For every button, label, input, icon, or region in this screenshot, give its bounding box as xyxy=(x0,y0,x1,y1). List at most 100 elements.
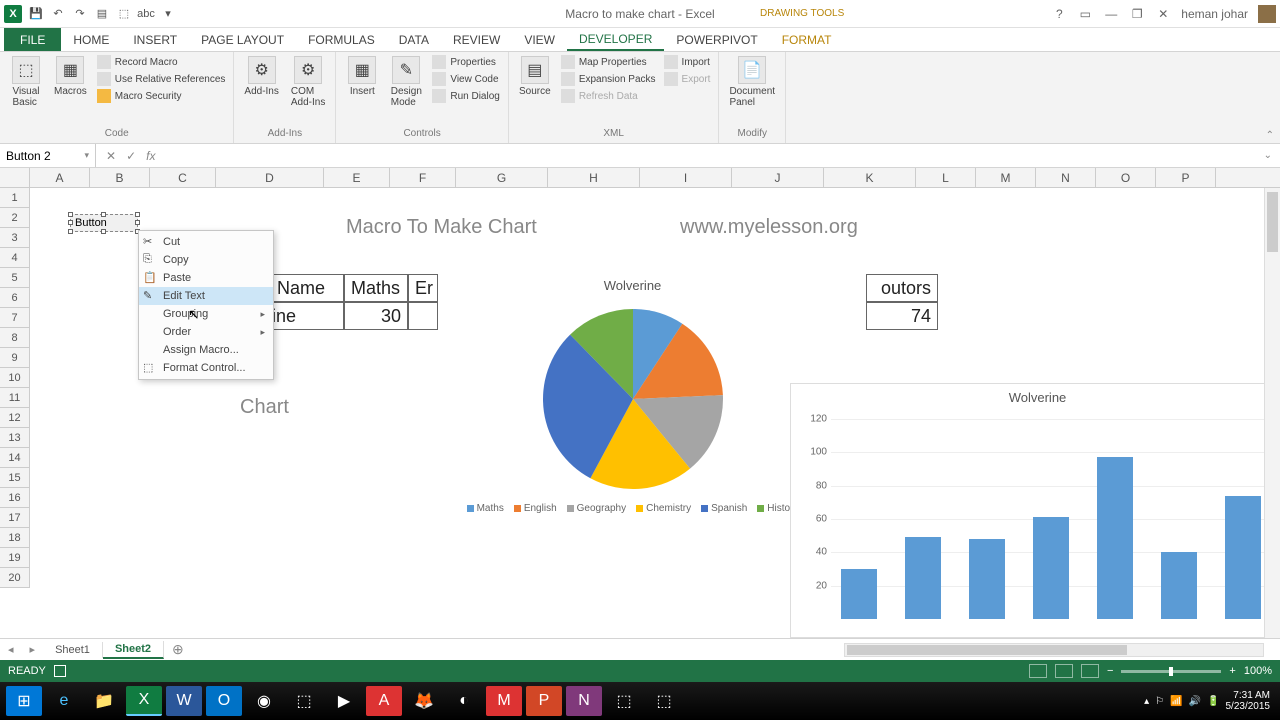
row-header-18[interactable]: 18 xyxy=(0,528,29,548)
tray-up-icon[interactable]: ▴ xyxy=(1144,696,1149,707)
ie-icon[interactable]: e xyxy=(46,686,82,716)
resize-handle[interactable] xyxy=(135,220,140,225)
horizontal-scrollbar[interactable] xyxy=(844,643,1264,657)
app-icon[interactable]: ⬚ xyxy=(606,686,642,716)
onenote-icon[interactable]: N xyxy=(566,686,602,716)
tab-review[interactable]: REVIEW xyxy=(441,28,512,51)
expansion-button[interactable]: Expansion Packs xyxy=(559,71,658,87)
tab-insert[interactable]: INSERT xyxy=(121,28,189,51)
vertical-scrollbar[interactable] xyxy=(1264,188,1280,638)
app-icon[interactable]: ▶ xyxy=(326,686,362,716)
col-header-B[interactable]: B xyxy=(90,168,150,187)
row-header-2[interactable]: 2 xyxy=(0,208,29,228)
row-header-9[interactable]: 9 xyxy=(0,348,29,368)
cancel-formula-icon[interactable]: ✕ xyxy=(106,149,116,163)
firefox-icon[interactable]: 🦊 xyxy=(406,686,442,716)
row-header-1[interactable]: 1 xyxy=(0,188,29,208)
minimize-icon[interactable]: — xyxy=(1103,6,1119,22)
ribbon-options-icon[interactable]: ▭ xyxy=(1077,6,1093,22)
col-header-N[interactable]: N xyxy=(1036,168,1096,187)
sheet-tab-2[interactable]: Sheet2 xyxy=(103,641,164,659)
excel-taskbar-icon[interactable]: X xyxy=(126,686,162,716)
undo-icon[interactable]: ↶ xyxy=(50,6,66,22)
tab-page-layout[interactable]: PAGE LAYOUT xyxy=(189,28,296,51)
col-header-P[interactable]: P xyxy=(1156,168,1216,187)
row-header-19[interactable]: 19 xyxy=(0,548,29,568)
battery-icon[interactable]: 🔋 xyxy=(1207,696,1219,707)
formula-input[interactable] xyxy=(171,144,1263,167)
col-header-M[interactable]: M xyxy=(976,168,1036,187)
design-mode-button[interactable]: ✎Design Mode xyxy=(386,54,426,110)
resize-handle[interactable] xyxy=(101,229,106,234)
resize-handle[interactable] xyxy=(68,212,73,217)
user-avatar-icon[interactable] xyxy=(1258,5,1276,23)
row-header-3[interactable]: 3 xyxy=(0,228,29,248)
map-props-button[interactable]: Map Properties xyxy=(559,54,658,70)
zoom-in-button[interactable]: + xyxy=(1229,665,1235,677)
collapse-ribbon-icon[interactable]: ⌃ xyxy=(1266,130,1274,141)
powerpoint-icon[interactable]: P xyxy=(526,686,562,716)
row-header-10[interactable]: 10 xyxy=(0,368,29,388)
name-box[interactable]: Button 2▾ xyxy=(0,144,96,167)
col-header-D[interactable]: D xyxy=(216,168,324,187)
col-header-A[interactable]: A xyxy=(30,168,90,187)
tab-formulas[interactable]: FORMULAS xyxy=(296,28,387,51)
app-icon[interactable]: ◐ xyxy=(446,686,482,716)
zoom-level[interactable]: 100% xyxy=(1244,665,1272,677)
maximize-icon[interactable]: ❐ xyxy=(1129,6,1145,22)
app-icon[interactable]: M xyxy=(486,686,522,716)
sheet-nav-prev[interactable]: ◂ xyxy=(0,643,22,656)
tab-data[interactable]: DATA xyxy=(387,28,441,51)
ctx-cut[interactable]: ✂Cut xyxy=(139,233,273,251)
pie-chart[interactable]: Wolverine MathsEnglishGeographyChemistry… xyxy=(445,278,820,548)
col-header-G[interactable]: G xyxy=(456,168,548,187)
col-header-F[interactable]: F xyxy=(390,168,456,187)
adobe-icon[interactable]: A xyxy=(366,686,402,716)
macro-record-icon[interactable] xyxy=(54,665,66,677)
macros-button[interactable]: ▦Macros xyxy=(50,54,91,99)
col-header-I[interactable]: I xyxy=(640,168,732,187)
app-icon[interactable]: ⬚ xyxy=(646,686,682,716)
resize-handle[interactable] xyxy=(68,229,73,234)
col-header-K[interactable]: K xyxy=(824,168,916,187)
relative-refs-button[interactable]: Use Relative References xyxy=(95,71,228,87)
document-panel-button[interactable]: 📄Document Panel xyxy=(725,54,779,110)
save-icon[interactable]: 💾 xyxy=(28,6,44,22)
taskbar-clock[interactable]: 7:31 AM 5/23/2015 xyxy=(1226,690,1271,712)
record-macro-button[interactable]: Record Macro xyxy=(95,54,228,70)
tab-developer[interactable]: DEVELOPER xyxy=(567,28,664,51)
user-name[interactable]: heman johar xyxy=(1181,7,1248,21)
form-button-control[interactable]: Button xyxy=(70,214,138,232)
col-header-E[interactable]: E xyxy=(324,168,390,187)
page-layout-button[interactable] xyxy=(1055,664,1073,678)
system-tray[interactable]: ▴ ⚐ 📶 🔊 🔋 7:31 AM 5/23/2015 xyxy=(1144,690,1276,712)
col-header-L[interactable]: L xyxy=(916,168,976,187)
row-header-17[interactable]: 17 xyxy=(0,508,29,528)
col-header-H[interactable]: H xyxy=(548,168,640,187)
row-header-13[interactable]: 13 xyxy=(0,428,29,448)
add-sheet-button[interactable]: ⊕ xyxy=(164,641,192,658)
row-header-11[interactable]: 11 xyxy=(0,388,29,408)
com-addins-button[interactable]: ⚙COM Add-Ins xyxy=(287,54,329,110)
row-header-4[interactable]: 4 xyxy=(0,248,29,268)
chrome-icon[interactable]: ◉ xyxy=(246,686,282,716)
import-button[interactable]: Import xyxy=(662,54,713,70)
tab-format[interactable]: FORMAT xyxy=(770,28,844,51)
sheet-nav-next[interactable]: ▸ xyxy=(22,643,44,656)
ctx-format-control[interactable]: ⬚Format Control... xyxy=(139,359,273,377)
ctx-grouping[interactable]: Grouping xyxy=(139,305,273,323)
row-header-15[interactable]: 15 xyxy=(0,468,29,488)
qat-icon[interactable]: ▤ xyxy=(94,6,110,22)
volume-icon[interactable]: 🔊 xyxy=(1189,696,1201,707)
col-header-O[interactable]: O xyxy=(1096,168,1156,187)
action-center-icon[interactable]: ⚐ xyxy=(1155,696,1164,707)
help-icon[interactable]: ? xyxy=(1051,6,1067,22)
bar-chart[interactable]: Wolverine 20406080100120 xyxy=(790,383,1280,638)
zoom-out-button[interactable]: − xyxy=(1107,665,1113,677)
row-header-16[interactable]: 16 xyxy=(0,488,29,508)
scroll-thumb[interactable] xyxy=(1267,192,1278,252)
tab-powerpivot[interactable]: POWERPIVOT xyxy=(664,28,769,51)
page-break-button[interactable] xyxy=(1081,664,1099,678)
tab-file[interactable]: FILE xyxy=(4,28,61,51)
worksheet-grid[interactable]: ABCDEFGHIJKLMNOP 12345678910111213141516… xyxy=(0,168,1280,638)
